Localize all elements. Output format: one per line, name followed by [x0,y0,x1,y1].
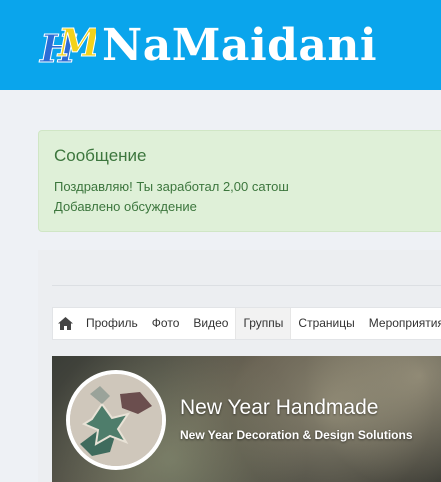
site-header: H M NaMaidani [0,0,441,90]
message-line: Добавлено обсуждение [54,199,197,214]
group-title[interactable]: New Year Handmade [180,396,378,420]
message-title: Сообщение [54,146,147,165]
site-name[interactable]: NaMaidani [102,20,377,72]
nav-item-profile[interactable]: Профиль [79,308,145,339]
success-message: Сообщение Поздравляю! Ты заработал 2,00 … [38,130,441,232]
group-subtitle: New Year Decoration & Design Solutions [180,428,413,442]
profile-nav: Профиль Фото Видео Группы Страницы Мероп… [52,307,441,340]
group-avatar[interactable] [66,370,166,470]
home-icon [58,317,74,330]
nav-home-button[interactable] [53,308,79,339]
divider [52,285,441,286]
nav-item-video[interactable]: Видео [186,308,235,339]
nav-item-events[interactable]: Мероприятия [362,308,441,339]
nav-item-pages[interactable]: Страницы [291,308,361,339]
svg-text:M: M [56,20,96,65]
nav-item-photo[interactable]: Фото [145,308,187,339]
message-line: Поздравляю! Ты заработал 2,00 сатош [54,179,289,194]
nav-item-groups[interactable]: Группы [235,308,292,339]
logo-mark[interactable]: H M [38,18,102,72]
